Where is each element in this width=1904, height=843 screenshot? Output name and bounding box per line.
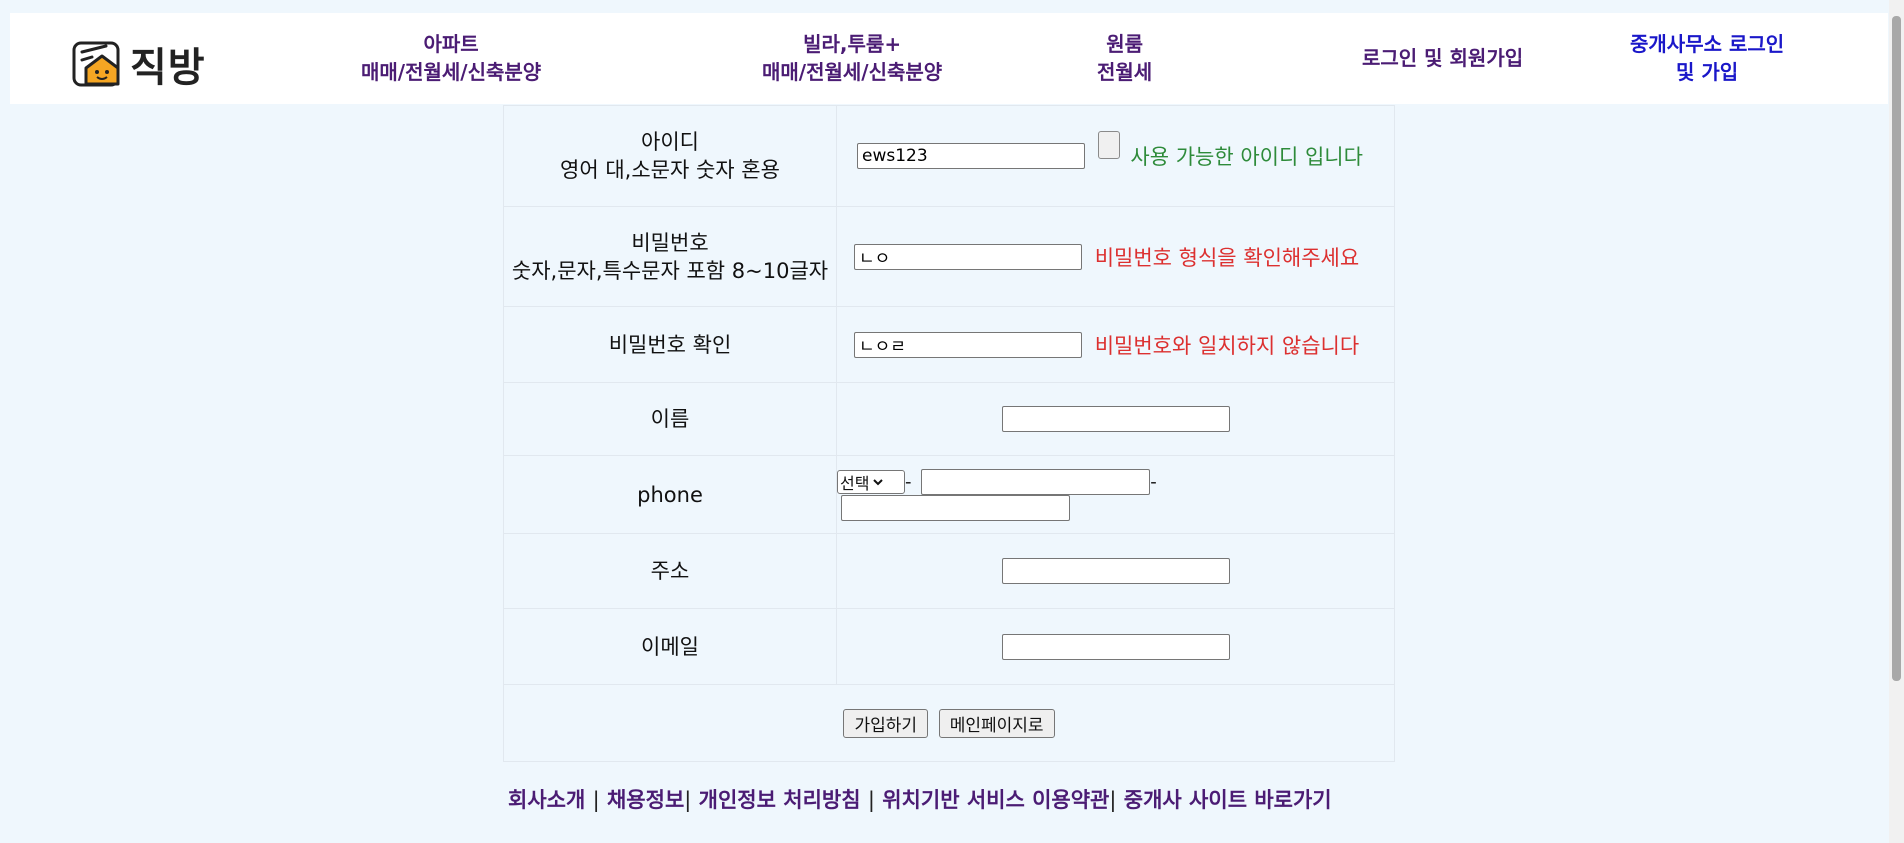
phone-separator-1: - bbox=[905, 471, 912, 492]
password-confirm-field-cell: 비밀번호와 일치하지 않습니다 bbox=[836, 306, 1395, 383]
id-field-cell: 사용 가능한 아이디 입니다 bbox=[836, 105, 1395, 207]
nav-oneroom-line2: 전월세 bbox=[1097, 60, 1153, 84]
row-address: 주소 bbox=[503, 533, 1395, 609]
nav-apartment[interactable]: 아파트 매매/전월세/신축분양 bbox=[361, 30, 541, 86]
id-check-button[interactable] bbox=[1097, 131, 1120, 159]
footer-link-location-terms[interactable]: 위치기반 서비스 이용약관 bbox=[882, 788, 1109, 812]
email-field-cell bbox=[836, 608, 1395, 685]
nav-villa-line1: 빌라,투룸+ bbox=[803, 32, 902, 56]
nav-villa-line2: 매매/전월세/신축분양 bbox=[762, 60, 943, 84]
row-buttons: 가입하기 메인페이지로 bbox=[503, 684, 1395, 762]
password-error-message: 비밀번호 형식을 확인해주세요 bbox=[1094, 245, 1360, 270]
id-input[interactable] bbox=[857, 143, 1085, 169]
address-input[interactable] bbox=[1001, 558, 1230, 584]
phone-last-input[interactable] bbox=[841, 494, 1070, 521]
nav-oneroom[interactable]: 원룸 전월세 bbox=[1097, 30, 1152, 86]
row-password-confirm: 비밀번호 확인 비밀번호와 일치하지 않습니다 bbox=[503, 306, 1395, 383]
signup-button[interactable]: 가입하기 bbox=[843, 708, 929, 738]
site-header: 직방 아파트 매매/전월세/신축분양 빌라,투룸+ 매매/전월세/신축분양 원룸… bbox=[10, 13, 1888, 104]
email-label: 이메일 bbox=[503, 608, 837, 685]
nav-agent-login[interactable]: 중개사무소 로그인 및 가입 bbox=[1630, 30, 1784, 86]
nav-login-signup-label: 로그인 및 회원가입 bbox=[1362, 46, 1524, 70]
row-password: 비밀번호 숫자,문자,특수문자 포함 8~10글자 비밀번호 형식을 확인해주세… bbox=[503, 206, 1395, 307]
password-confirm-input[interactable] bbox=[854, 331, 1082, 358]
phone-separator-2: - bbox=[1150, 471, 1157, 492]
page-scrollbar[interactable] bbox=[1889, 0, 1904, 843]
phone-prefix-value: 선택 bbox=[840, 473, 870, 493]
footer-link-privacy[interactable]: 개인정보 처리방침 bbox=[699, 788, 861, 812]
address-field-cell bbox=[836, 533, 1395, 609]
scrollbar-thumb[interactable] bbox=[1892, 16, 1901, 681]
footer-links: 회사소개 | 채용정보| 개인정보 처리방침 | 위치기반 서비스 이용약관| … bbox=[508, 784, 1332, 814]
row-name: 이름 bbox=[503, 382, 1395, 456]
id-label-hint: 영어 대,소문자 숫자 혼용 bbox=[560, 158, 780, 182]
footer-separator: | bbox=[684, 788, 692, 812]
password-label-title: 비밀번호 bbox=[631, 230, 709, 255]
name-field-cell bbox=[836, 382, 1395, 456]
name-label: 이름 bbox=[503, 382, 837, 456]
house-logo-icon bbox=[72, 41, 120, 87]
row-id: 아이디 영어 대,소문자 숫자 혼용 사용 가능한 아이디 입니다 bbox=[503, 105, 1395, 207]
address-label: 주소 bbox=[503, 533, 837, 609]
footer-link-company[interactable]: 회사소개 bbox=[508, 788, 585, 812]
row-email: 이메일 bbox=[503, 608, 1395, 685]
nav-login-signup[interactable]: 로그인 및 회원가입 bbox=[1362, 44, 1523, 72]
phone-field-cell: 선택 - - bbox=[836, 455, 1395, 534]
email-input[interactable] bbox=[1001, 633, 1230, 660]
password-confirm-error-message: 비밀번호와 일치하지 않습니다 bbox=[1094, 333, 1360, 358]
nav-apartment-line2: 매매/전월세/신축분양 bbox=[361, 60, 542, 84]
footer-separator: | bbox=[1109, 788, 1117, 812]
nav-oneroom-line1: 원룸 bbox=[1106, 32, 1143, 56]
signup-form: 아이디 영어 대,소문자 숫자 혼용 사용 가능한 아이디 입니다 비밀번호 숫… bbox=[503, 105, 1395, 762]
nav-agent-login-line2: 및 가입 bbox=[1676, 60, 1739, 84]
name-input[interactable] bbox=[1001, 406, 1230, 432]
footer-link-agent-site[interactable]: 중개사 사이트 바로가기 bbox=[1124, 788, 1332, 812]
password-confirm-label: 비밀번호 확인 bbox=[503, 306, 837, 383]
logo[interactable]: 직방 bbox=[72, 35, 206, 93]
logo-text: 직방 bbox=[130, 45, 206, 91]
footer-link-careers[interactable]: 채용정보 bbox=[607, 788, 684, 812]
password-field-cell: 비밀번호 형식을 확인해주세요 bbox=[836, 206, 1395, 307]
password-input[interactable] bbox=[854, 243, 1082, 270]
main-page-button[interactable]: 메인페이지로 bbox=[938, 708, 1055, 738]
nav-apartment-line1: 아파트 bbox=[423, 32, 479, 56]
buttons-cell: 가입하기 메인페이지로 bbox=[503, 684, 1395, 762]
nav-agent-login-line1: 중개사무소 로그인 bbox=[1630, 32, 1785, 56]
footer-separator: | bbox=[867, 788, 875, 812]
phone-middle-input[interactable] bbox=[921, 468, 1151, 495]
password-label-hint: 숫자,문자,특수문자 포함 8~10글자 bbox=[511, 258, 829, 283]
id-status-message: 사용 가능한 아이디 입니다 bbox=[1130, 145, 1363, 169]
row-phone: phone 선택 - - bbox=[503, 455, 1395, 534]
footer-separator: | bbox=[592, 788, 600, 812]
password-label: 비밀번호 숫자,문자,특수문자 포함 8~10글자 bbox=[503, 206, 837, 307]
id-label-title: 아이디 bbox=[641, 130, 699, 154]
id-label: 아이디 영어 대,소문자 숫자 혼용 bbox=[503, 105, 837, 207]
phone-prefix-select[interactable]: 선택 bbox=[837, 469, 905, 494]
nav-villa[interactable]: 빌라,투룸+ 매매/전월세/신축분양 bbox=[762, 30, 942, 86]
phone-label: phone bbox=[503, 455, 837, 534]
chevron-down-icon bbox=[873, 478, 884, 485]
